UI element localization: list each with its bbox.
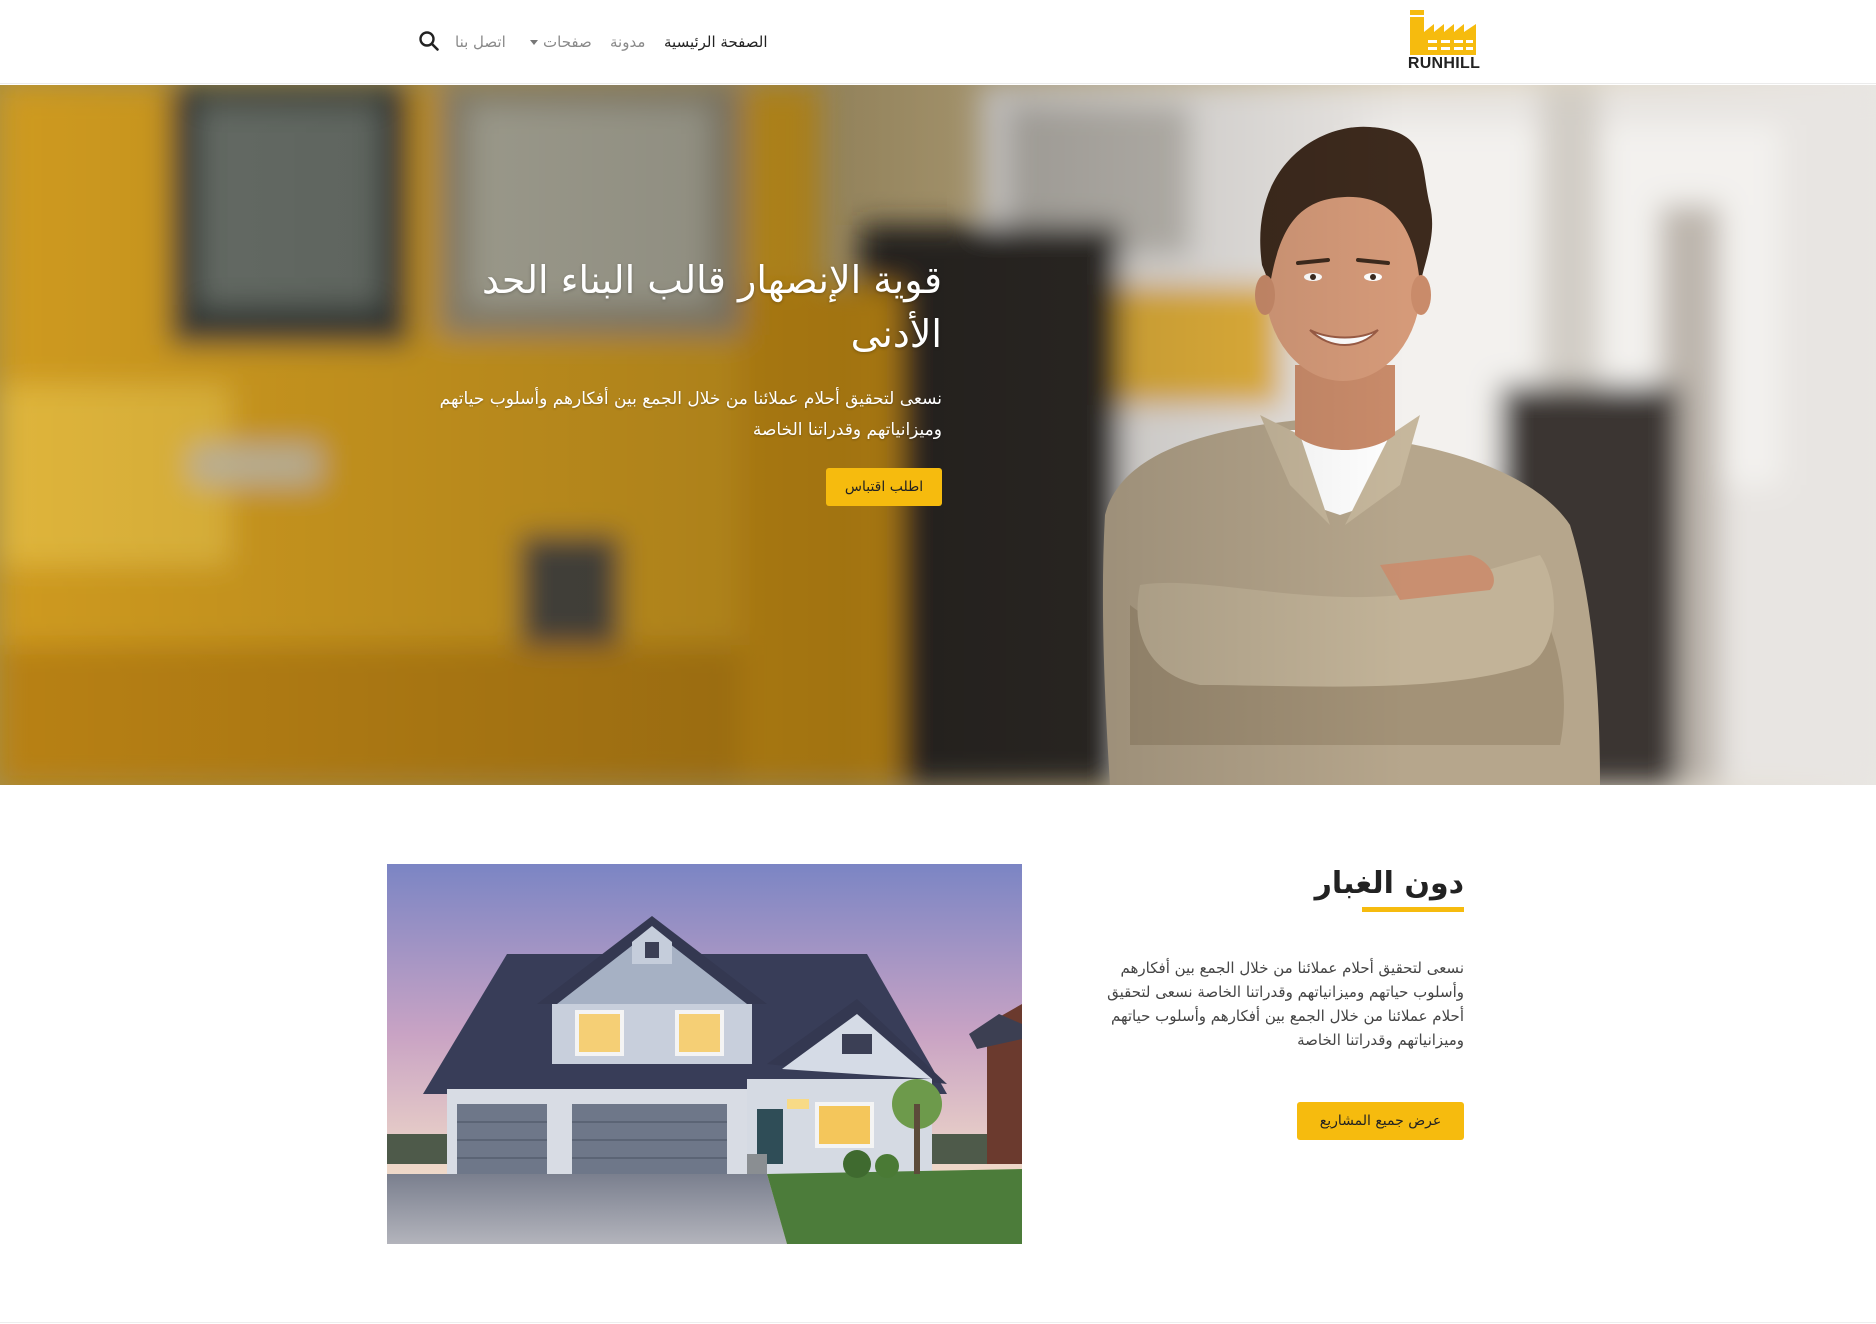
request-quote-button[interactable]: اطلب اقتباس [826,468,942,506]
nav-home-wrap: الصفحة الرئيسية [664,28,768,56]
hero-banner: قوية الإنصهار قالب البناء الحد الأدنى نس… [0,85,1876,785]
view-all-projects-button[interactable]: عرض جميع المشاريع [1297,1102,1464,1140]
nav-pages-label: صفحات [543,33,592,51]
footer-divider [0,1322,1876,1323]
title-underline [1362,907,1464,912]
hero-title: قوية الإنصهار قالب البناء الحد الأدنى [481,258,942,356]
factory-logo-icon [1410,10,1476,55]
logo-text: RUNHILL [1407,55,1481,72]
house-photo [387,864,1022,1244]
section-title: دون الغبار [1314,866,1464,901]
hero-subtitle: نسعى لتحقيق أحلام عملائنا من خلال الجمع … [439,389,942,440]
nav-blog[interactable]: مدونة [610,33,645,51]
section-text: نسعى لتحقيق أحلام عملائنا من خلال الجمع … [1107,959,1464,1049]
navbar: RUNHILL الصفحة الرئيسية مدونة صفحات اتصل… [0,0,1876,84]
search-icon[interactable] [418,30,440,52]
caret-down-icon [530,40,538,45]
nav-blog-wrap: مدونة [610,28,645,56]
nav-pages-dropdown[interactable]: صفحات [530,33,592,51]
house-image [387,864,1022,1244]
nav-pages-wrap: صفحات [530,28,592,56]
site-logo[interactable]: RUNHILL [1406,8,1482,74]
nav-contact[interactable]: اتصل بنا [455,33,506,51]
nav-home[interactable]: الصفحة الرئيسية [664,33,768,51]
nav-contact-wrap: اتصل بنا [455,28,506,56]
